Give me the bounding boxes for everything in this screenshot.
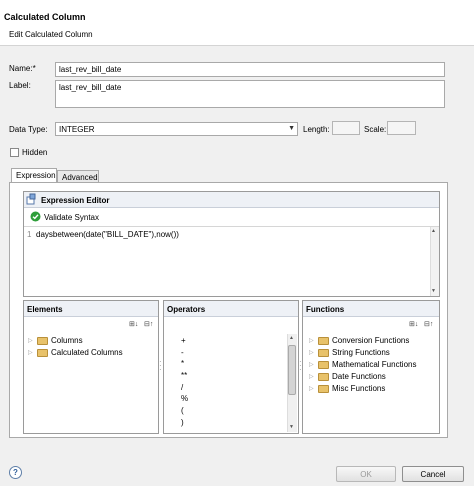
label-label: Label: <box>9 81 31 90</box>
collapse-all-icon[interactable]: ⊟↑ <box>424 320 433 328</box>
dialog-subtitle: Edit Calculated Column <box>9 30 93 39</box>
hidden-checkbox[interactable] <box>10 148 19 157</box>
operator-item[interactable]: - <box>181 347 188 359</box>
element-label: Calculated Columns <box>51 348 123 357</box>
help-icon[interactable]: ? <box>9 466 22 479</box>
expand-triangle-icon[interactable]: ▷ <box>309 373 318 380</box>
scale-label: Scale: <box>364 125 387 134</box>
function-label: Conversion Functions <box>332 336 410 345</box>
function-item-mathematical[interactable]: ▷ Mathematical Functions <box>309 360 416 369</box>
scroll-up-arrow-icon[interactable]: ▲ <box>431 228 436 234</box>
operator-item[interactable]: ) <box>181 417 188 429</box>
name-input[interactable]: last_rev_bill_date <box>55 62 445 77</box>
folder-icon <box>318 384 329 393</box>
scroll-down-arrow-icon[interactable]: ▼ <box>431 288 436 294</box>
function-label: Misc Functions <box>332 384 386 393</box>
operator-item[interactable]: ** <box>181 370 188 382</box>
ok-button[interactable]: OK <box>336 466 396 482</box>
folder-icon <box>318 348 329 357</box>
functions-title: Functions <box>306 305 345 314</box>
expand-triangle-icon[interactable]: ▷ <box>309 349 318 356</box>
cancel-button[interactable]: Cancel <box>402 466 464 482</box>
function-label: Mathematical Functions <box>332 360 417 369</box>
expand-all-icon[interactable]: ⊞↓ <box>129 320 138 328</box>
element-item-calculated-columns[interactable]: ▷ Calculated Columns <box>28 348 123 357</box>
scale-input[interactable] <box>387 121 416 135</box>
data-type-value: INTEGER <box>59 125 95 134</box>
expression-scrollbar[interactable] <box>430 227 439 296</box>
function-item-misc[interactable]: ▷ Misc Functions <box>309 384 385 393</box>
data-type-select[interactable]: INTEGER ▼ <box>55 122 298 136</box>
operator-item[interactable]: % <box>181 393 188 405</box>
dropdown-arrow-icon[interactable]: ▼ <box>288 125 295 132</box>
function-item-string[interactable]: ▷ String Functions <box>309 348 390 357</box>
expand-triangle-icon[interactable]: ▷ <box>28 337 37 344</box>
operators-title: Operators <box>167 305 206 314</box>
length-label: Length: <box>303 125 330 134</box>
name-label: Name:* <box>9 64 36 73</box>
expression-editor-icon <box>26 193 36 205</box>
sash-grip-left[interactable]: · · · <box>159 358 162 374</box>
expand-triangle-icon[interactable]: ▷ <box>309 337 318 344</box>
operator-item[interactable]: + <box>181 335 188 347</box>
operators-list: + - * ** / % ( ) <box>181 335 188 429</box>
function-label: Date Functions <box>332 372 386 381</box>
function-item-conversion[interactable]: ▷ Conversion Functions <box>309 336 409 345</box>
expression-text[interactable]: daysbetween(date("BILL_DATE"),now()) <box>36 230 179 239</box>
element-label: Columns <box>51 336 83 345</box>
folder-icon <box>318 336 329 345</box>
collapse-all-icon[interactable]: ⊟↑ <box>144 320 153 328</box>
expand-all-icon[interactable]: ⊞↓ <box>409 320 418 328</box>
operator-item[interactable]: / <box>181 382 188 394</box>
dialog-header <box>0 0 474 46</box>
expression-editor-title: Expression Editor <box>41 196 110 205</box>
operators-scroll-thumb[interactable] <box>288 345 296 395</box>
elements-panel <box>23 300 159 434</box>
data-type-label: Data Type: <box>9 125 48 134</box>
scroll-down-arrow-icon[interactable]: ▼ <box>289 424 294 430</box>
function-item-date[interactable]: ▷ Date Functions <box>309 372 386 381</box>
folder-icon <box>318 360 329 369</box>
folder-icon <box>37 348 48 357</box>
operator-item[interactable]: ( <box>181 405 188 417</box>
element-item-columns[interactable]: ▷ Columns <box>28 336 83 345</box>
line-number: 1 <box>27 230 32 239</box>
validate-syntax-link[interactable]: Validate Syntax <box>44 213 99 222</box>
operator-item[interactable]: * <box>181 358 188 370</box>
elements-title: Elements <box>27 305 63 314</box>
expand-triangle-icon[interactable]: ▷ <box>28 349 37 356</box>
length-input[interactable] <box>332 121 360 135</box>
label-textarea[interactable]: last_rev_bill_date <box>55 80 445 108</box>
function-label: String Functions <box>332 348 390 357</box>
folder-icon <box>37 336 48 345</box>
dialog-title: Calculated Column <box>4 12 86 22</box>
hidden-label: Hidden <box>22 148 48 157</box>
validate-check-icon[interactable] <box>30 211 41 222</box>
expand-triangle-icon[interactable]: ▷ <box>309 361 318 368</box>
scroll-up-arrow-icon[interactable]: ▲ <box>289 335 294 341</box>
expand-triangle-icon[interactable]: ▷ <box>309 385 318 392</box>
folder-icon <box>318 372 329 381</box>
tab-expression[interactable]: Expression <box>11 168 57 183</box>
